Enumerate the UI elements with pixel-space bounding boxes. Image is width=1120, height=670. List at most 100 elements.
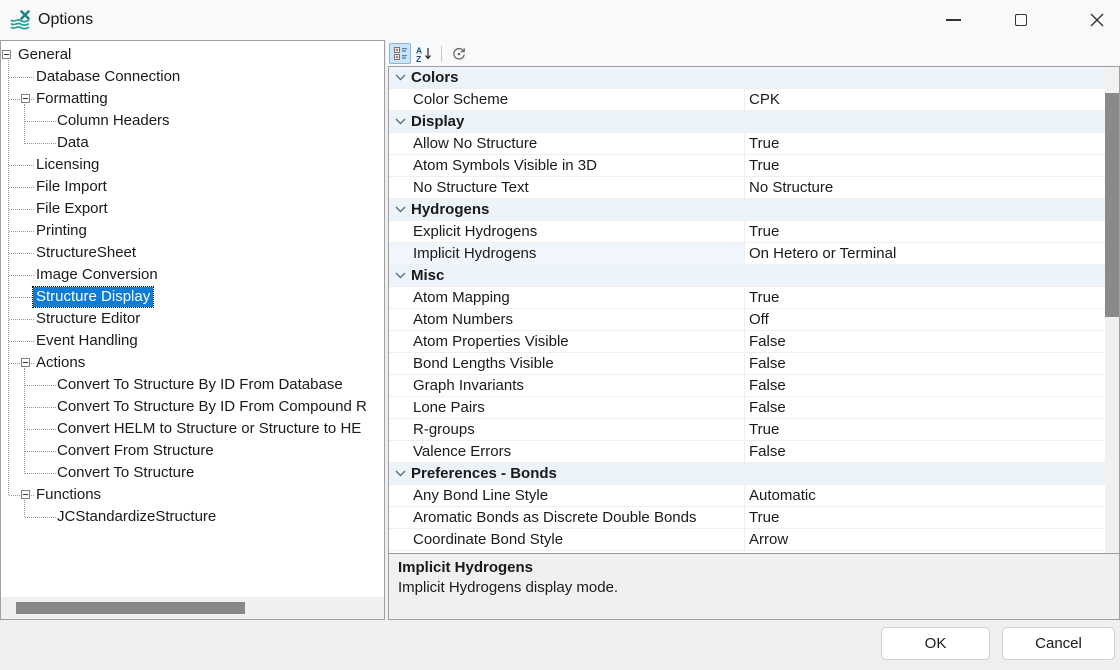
grid-vertical-scrollbar-thumb[interactable] <box>1105 93 1119 317</box>
property-grid-row[interactable]: No Structure Text No Structure <box>389 177 1105 199</box>
tree-item-label: Structure Display <box>33 287 153 307</box>
maximize-button[interactable] <box>998 0 1044 40</box>
tree-item[interactable]: Convert HELM to Structure or Structure t… <box>1 418 384 440</box>
property-grid-row[interactable]: Colors <box>389 67 1105 89</box>
property-grid-row[interactable]: Graph Invariants False <box>389 375 1105 397</box>
tree-item[interactable]: Structure Editor <box>1 308 384 330</box>
property-grid-row[interactable]: R-groups True <box>389 419 1105 441</box>
alphabetical-sort-button[interactable]: A Z <box>413 43 435 64</box>
chevron-down-icon[interactable] <box>389 199 411 220</box>
property-grid-row[interactable]: Atom Mapping True <box>389 287 1105 309</box>
property-name: Graph Invariants <box>389 375 745 396</box>
property-value[interactable]: True <box>745 507 1105 528</box>
property-grid-viewport: Colors Color Scheme CPK <box>389 67 1119 554</box>
chevron-down-icon[interactable] <box>389 265 411 286</box>
property-grid-row[interactable]: Implicit Hydrogens On Hetero or Terminal <box>389 243 1105 265</box>
property-value[interactable]: True <box>745 419 1105 440</box>
categorized-icon <box>394 47 407 60</box>
property-value[interactable]: False <box>745 441 1105 462</box>
tree-item[interactable]: JCStandardizeStructure <box>1 506 384 528</box>
collapse-icon[interactable] <box>2 50 11 59</box>
tree-item[interactable]: Licensing <box>1 154 384 176</box>
collapse-icon[interactable] <box>21 94 30 103</box>
property-grid-row[interactable]: Preferences - Bonds <box>389 463 1105 485</box>
property-value[interactable]: True <box>745 155 1105 176</box>
property-grid-row[interactable]: Atom Properties Visible False <box>389 331 1105 353</box>
property-value[interactable]: False <box>745 331 1105 352</box>
tree-item[interactable]: Database Connection <box>1 66 384 88</box>
tree-item[interactable]: File Export <box>1 198 384 220</box>
tree-item[interactable]: Printing <box>1 220 384 242</box>
tree-horizontal-scrollbar-thumb[interactable] <box>16 602 245 614</box>
chevron-down-icon[interactable] <box>389 463 411 484</box>
tree-item[interactable]: Convert To Structure By ID From Database <box>1 374 384 396</box>
property-grid-row[interactable]: Explicit Hydrogens True <box>389 221 1105 243</box>
property-grid-row[interactable]: Display <box>389 111 1105 133</box>
property-grid-row[interactable]: Any Bond Line Style Automatic <box>389 485 1105 507</box>
tree-item-label: Image Conversion <box>36 265 158 285</box>
tree-item-label: File Export <box>36 199 108 219</box>
property-name: Allow No Structure <box>389 133 745 154</box>
tree-item[interactable]: Formatting <box>1 88 384 110</box>
property-grid-row[interactable]: Atom Symbols Visible in 3D True <box>389 155 1105 177</box>
category-label: Hydrogens <box>411 199 1105 220</box>
ok-button[interactable]: OK <box>881 627 990 660</box>
chevron-down-icon[interactable] <box>389 111 411 132</box>
tree-item-label: Data <box>57 133 89 153</box>
property-grid-rows: Colors Color Scheme CPK <box>389 67 1105 551</box>
close-icon <box>1090 13 1104 27</box>
property-grid-row[interactable]: Lone Pairs False <box>389 397 1105 419</box>
property-grid-row[interactable]: Color Scheme CPK <box>389 89 1105 111</box>
property-grid-row[interactable]: Allow No Structure True <box>389 133 1105 155</box>
property-value[interactable]: False <box>745 375 1105 396</box>
property-grid-row[interactable]: Misc <box>389 265 1105 287</box>
grid-vertical-scrollbar[interactable] <box>1105 67 1119 554</box>
property-value[interactable]: False <box>745 397 1105 418</box>
collapse-icon[interactable] <box>21 358 30 367</box>
tree-item[interactable]: Data <box>1 132 384 154</box>
reset-defaults-button[interactable] <box>448 43 470 64</box>
property-value[interactable]: No Structure <box>745 177 1105 198</box>
property-grid-row[interactable]: Hydrogens <box>389 199 1105 221</box>
category-label: Colors <box>411 67 1105 88</box>
tree-item[interactable]: Structure Display <box>1 286 384 308</box>
property-value[interactable]: Automatic <box>745 485 1105 506</box>
property-grid-row[interactable]: Aromatic Bonds as Discrete Double Bonds … <box>389 507 1105 529</box>
tree-item[interactable]: Convert To Structure <box>1 462 384 484</box>
category-label: Display <box>411 111 1105 132</box>
collapse-icon[interactable] <box>21 490 30 499</box>
property-grid-row[interactable]: Coordinate Bond Style Arrow <box>389 529 1105 551</box>
tree-item-label: JCStandardizeStructure <box>57 507 216 527</box>
tree-item[interactable]: General <box>1 44 384 66</box>
cancel-button[interactable]: Cancel <box>1002 627 1115 660</box>
property-value[interactable]: On Hetero or Terminal <box>745 243 1105 264</box>
property-value[interactable]: True <box>745 287 1105 308</box>
property-value[interactable]: Off <box>745 309 1105 330</box>
tree-item[interactable]: Event Handling <box>1 330 384 352</box>
property-value[interactable]: True <box>745 133 1105 154</box>
tree-item[interactable]: Image Conversion <box>1 264 384 286</box>
svg-text:Z: Z <box>416 54 421 62</box>
tree-item[interactable]: Functions <box>1 484 384 506</box>
property-value[interactable]: Arrow <box>745 529 1105 550</box>
property-grid-row[interactable]: Valence Errors False <box>389 441 1105 463</box>
close-button[interactable] <box>1074 0 1120 40</box>
tree-item[interactable]: Actions <box>1 352 384 374</box>
property-value[interactable]: True <box>745 221 1105 242</box>
tree-item[interactable]: File Import <box>1 176 384 198</box>
property-value[interactable]: False <box>745 353 1105 374</box>
tree-item[interactable]: Convert To Structure By ID From Compound… <box>1 396 384 418</box>
categorized-button[interactable] <box>389 43 411 64</box>
tree-item-label: Convert From Structure <box>57 441 214 461</box>
category-label: Preferences - Bonds <box>411 463 1105 484</box>
chevron-down-icon[interactable] <box>389 67 411 88</box>
property-value[interactable]: CPK <box>745 89 1105 110</box>
property-name: Any Bond Line Style <box>389 485 745 506</box>
tree-item[interactable]: StructureSheet <box>1 242 384 264</box>
minimize-button[interactable] <box>930 0 976 40</box>
tree-horizontal-scrollbar[interactable] <box>1 597 384 619</box>
tree-item[interactable]: Column Headers <box>1 110 384 132</box>
property-grid-row[interactable]: Bond Lengths Visible False <box>389 353 1105 375</box>
property-grid-row[interactable]: Atom Numbers Off <box>389 309 1105 331</box>
tree-item[interactable]: Convert From Structure <box>1 440 384 462</box>
